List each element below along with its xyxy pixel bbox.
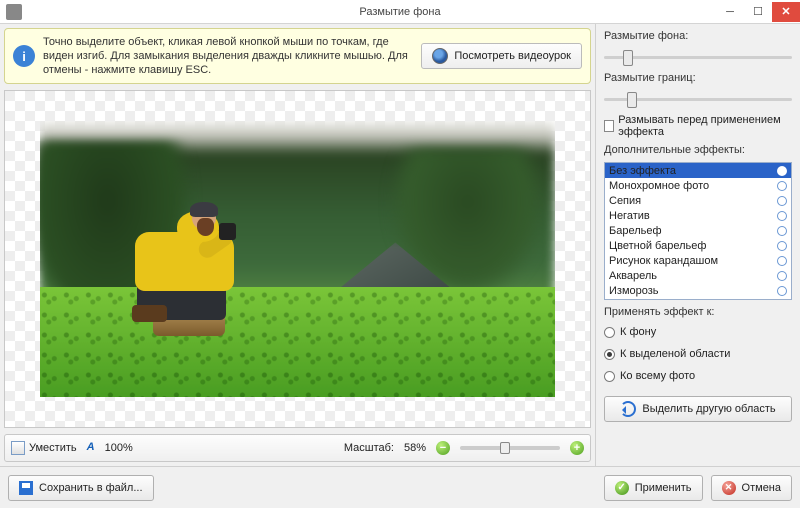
fit-label: Уместить [29, 442, 77, 454]
apply-to-selection-radio[interactable]: К выделеной области [604, 346, 792, 362]
blur-bg-slider[interactable] [604, 48, 792, 66]
apply-to-all-radio[interactable]: Ко всему фото [604, 368, 792, 384]
save-button[interactable]: Сохранить в файл... [8, 475, 154, 501]
hint-text: Точно выделите объект, кликая левой кноп… [43, 35, 413, 77]
app-icon [6, 4, 22, 20]
pre-blur-label: Размывать перед применением эффекта [618, 114, 792, 138]
zoom-100-label: 100% [105, 442, 133, 454]
reselect-button[interactable]: Выделить другую область [604, 396, 792, 422]
scale-value: 58% [404, 442, 426, 454]
effects-listbox[interactable]: Без эффекта Монохромное фото Сепия Негат… [604, 162, 792, 300]
effect-item[interactable]: Барельеф [605, 223, 791, 238]
save-label: Сохранить в файл... [39, 482, 143, 494]
effect-item[interactable]: Сепия [605, 193, 791, 208]
checkbox-icon [604, 120, 614, 132]
side-panel: Размытие фона: Размытие границ: Размыват… [595, 24, 800, 466]
titlebar: Размытие фона ─ ☐ ✕ [0, 0, 800, 24]
apply-label: Применить [635, 482, 692, 494]
apply-to-label: Применять эффект к: [604, 306, 792, 318]
effect-item[interactable]: Изморозь [605, 283, 791, 298]
zoom-slider[interactable] [460, 446, 560, 450]
close-button[interactable]: ✕ [772, 2, 800, 22]
hint-bar: i Точно выделите объект, кликая левой кн… [4, 28, 591, 84]
fit-button[interactable]: Уместить [11, 441, 77, 455]
save-icon [19, 481, 33, 495]
watch-video-button[interactable]: Посмотреть видеоурок [421, 43, 582, 69]
blur-edge-slider[interactable] [604, 90, 792, 108]
zoom-in-button[interactable]: + [570, 441, 584, 455]
info-icon: i [13, 45, 35, 67]
effect-item[interactable]: Монохромное фото [605, 178, 791, 193]
effect-item[interactable]: Рисунок карандашом [605, 253, 791, 268]
pre-blur-checkbox[interactable]: Размывать перед применением эффекта [604, 114, 792, 138]
refresh-icon [620, 401, 636, 417]
blur-edge-label: Размытие границ: [604, 72, 792, 84]
check-icon [615, 481, 629, 495]
bottom-toolbar: Уместить A 100% Масштаб: 58% − + [4, 434, 591, 462]
a-icon: A [87, 441, 101, 455]
canvas-area[interactable] [4, 90, 591, 428]
cancel-label: Отмена [742, 482, 781, 494]
effects-label: Дополнительные эффекты: [604, 144, 792, 156]
reselect-label: Выделить другую область [642, 403, 775, 415]
effect-item[interactable]: Акварель [605, 268, 791, 283]
cancel-icon [722, 481, 736, 495]
cancel-button[interactable]: Отмена [711, 475, 792, 501]
effect-item[interactable]: Без эффекта [605, 163, 791, 178]
apply-to-bg-radio[interactable]: К фону [604, 324, 792, 340]
watch-video-label: Посмотреть видеоурок [454, 50, 571, 62]
camera-icon [432, 48, 448, 64]
maximize-button[interactable]: ☐ [744, 2, 772, 22]
window-title: Размытие фона [359, 6, 440, 18]
fit-icon [11, 441, 25, 455]
apply-button[interactable]: Применить [604, 475, 703, 501]
zoom-out-button[interactable]: − [436, 441, 450, 455]
blur-bg-label: Размытие фона: [604, 30, 792, 42]
scale-label: Масштаб: [344, 442, 394, 454]
zoom-100-button[interactable]: A 100% [87, 441, 133, 455]
minimize-button[interactable]: ─ [716, 2, 744, 22]
footer: Сохранить в файл... Применить Отмена [0, 466, 800, 508]
photo-preview [40, 121, 555, 397]
effect-item[interactable]: Негатив [605, 208, 791, 223]
effect-item[interactable]: Цветной барельеф [605, 238, 791, 253]
